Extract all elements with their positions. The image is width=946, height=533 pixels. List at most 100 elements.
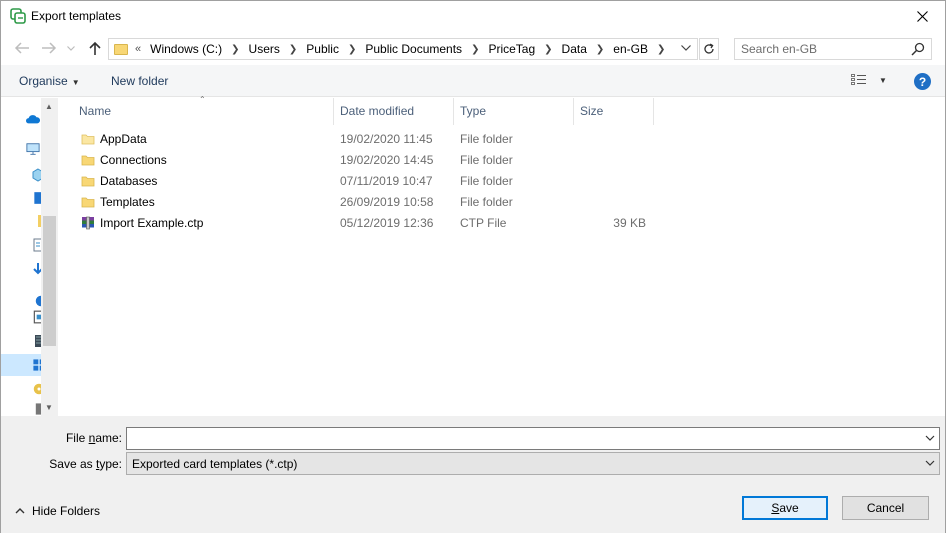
column-header-type[interactable]: Type — [454, 98, 574, 125]
title-bar: Export templates — [1, 1, 945, 32]
up-button[interactable] — [85, 38, 105, 58]
navigation-pane[interactable]: ▲ ▼ — [1, 98, 59, 416]
breadcrumb-overflow[interactable]: « — [135, 43, 141, 55]
address-row: « Windows (C:) ❯ Users ❯ Public ❯ Public… — [1, 32, 945, 64]
address-bar[interactable]: « Windows (C:) ❯ Users ❯ Public ❯ Public… — [108, 38, 698, 60]
file-row-appdata[interactable]: AppData 19/02/2020 11:45 File folder — [59, 129, 945, 150]
file-row-connections[interactable]: Connections 19/02/2020 14:45 File folder — [59, 150, 945, 171]
breadcrumb-windows-c[interactable]: Windows (C:) — [150, 42, 222, 56]
up-arrow-icon — [89, 41, 101, 55]
file-type: File folder — [460, 153, 513, 167]
organise-label: Organise — [19, 74, 68, 88]
file-list[interactable]: ⌃ Name Date modified Type Size AppData 1… — [59, 95, 945, 416]
file-size: 39 KB — [613, 216, 646, 230]
chevron-down-icon[interactable] — [925, 458, 935, 468]
file-date: 05/12/2019 12:36 — [340, 216, 434, 230]
chevron-right-icon[interactable]: ❯ — [289, 44, 297, 55]
caret-down-icon: ▼ — [71, 78, 80, 87]
folder-icon — [81, 197, 95, 208]
file-name: Connections — [100, 153, 167, 167]
close-button[interactable] — [899, 1, 945, 31]
file-type: CTP File — [460, 216, 507, 230]
file-name: Import Example.ctp — [100, 216, 204, 230]
chevron-right-icon[interactable]: ❯ — [348, 44, 356, 55]
column-header-date-label: Date modified — [340, 104, 415, 118]
file-row-templates[interactable]: Templates 26/09/2019 10:58 File folder — [59, 192, 945, 213]
chevron-right-icon[interactable]: ❯ — [544, 44, 552, 55]
file-date: 26/09/2019 10:58 — [340, 195, 434, 209]
save-as-type-label: Save as type: — [21, 457, 122, 471]
cancel-button[interactable]: Cancel — [842, 496, 929, 520]
file-date: 19/02/2020 14:45 — [340, 153, 434, 167]
forward-arrow-icon — [42, 42, 57, 54]
chevron-up-icon — [15, 508, 25, 514]
command-toolbar: Organise ▼ New folder ▼ ? — [1, 65, 945, 97]
hide-folders-button[interactable]: Hide Folders — [15, 504, 100, 518]
file-row-import-example[interactable]: Import Example.ctp 05/12/2019 12:36 CTP … — [59, 213, 945, 234]
file-name-label: File name: — [41, 431, 122, 445]
chevron-down-icon[interactable] — [925, 433, 935, 443]
breadcrumb-data[interactable]: Data — [562, 42, 587, 56]
breadcrumb-users[interactable]: Users — [249, 42, 280, 56]
file-name-input[interactable] — [127, 428, 917, 449]
column-header-date[interactable]: Date modified — [334, 98, 454, 125]
file-name: AppData — [100, 132, 147, 146]
back-button[interactable] — [12, 38, 32, 58]
chevron-down-icon — [67, 45, 75, 51]
help-button[interactable]: ? — [914, 73, 931, 90]
save-accesskey: S — [771, 501, 780, 515]
search-input[interactable] — [735, 39, 905, 59]
details-view-icon — [851, 74, 866, 85]
file-name: Templates — [100, 195, 155, 209]
chevron-right-icon[interactable]: ❯ — [471, 44, 479, 55]
breadcrumb-public-documents[interactable]: Public Documents — [365, 42, 462, 56]
scroll-down-icon[interactable]: ▼ — [45, 403, 53, 412]
file-name: Databases — [100, 174, 158, 188]
file-name-label-part: ame: — [95, 431, 122, 445]
hide-folders-label: Hide Folders — [32, 504, 101, 518]
address-dropdown-icon[interactable] — [681, 43, 691, 54]
sort-ascending-icon: ⌃ — [199, 95, 206, 104]
chevron-right-icon[interactable]: ❯ — [657, 44, 665, 55]
chevron-right-icon[interactable]: ❯ — [231, 44, 239, 55]
breadcrumb-public[interactable]: Public — [306, 42, 339, 56]
forward-button[interactable] — [39, 38, 59, 58]
file-type: File folder — [460, 132, 513, 146]
nav-scrollbar-thumb[interactable] — [43, 216, 56, 346]
file-name-label-part: File — [65, 431, 89, 445]
file-date: 07/11/2019 10:47 — [340, 174, 433, 188]
save-as-type-select[interactable]: Exported card templates (*.ctp) — [126, 452, 940, 475]
save-options-panel: File name: Save as type: Exported card t… — [1, 416, 945, 533]
save-type-label-part: ype: — [99, 457, 122, 471]
close-icon — [916, 10, 928, 22]
folder-icon — [81, 155, 95, 166]
refresh-icon — [704, 43, 714, 54]
refresh-button[interactable] — [699, 38, 719, 60]
organise-button[interactable]: Organise ▼ — [19, 74, 80, 88]
search-icon[interactable] — [911, 42, 925, 56]
recent-locations-button[interactable] — [64, 38, 78, 58]
column-header-size[interactable]: Size — [574, 98, 654, 125]
onedrive-icon[interactable] — [26, 112, 40, 126]
scroll-up-icon[interactable]: ▲ — [45, 102, 53, 111]
change-view-button[interactable]: ▼ — [851, 74, 887, 86]
breadcrumb-pricetag[interactable]: PriceTag — [488, 42, 535, 56]
column-header-name[interactable]: ⌃ Name — [59, 95, 334, 125]
search-box[interactable] — [734, 38, 932, 60]
back-arrow-icon — [14, 42, 29, 54]
file-name-field[interactable] — [126, 427, 940, 450]
app-logo-icon — [10, 8, 26, 24]
this-pc-icon[interactable] — [26, 142, 40, 156]
file-row-databases[interactable]: Databases 07/11/2019 10:47 File folder — [59, 171, 945, 192]
nav-scrollbar[interactable]: ▲ ▼ — [41, 98, 58, 416]
breadcrumb-en-gb[interactable]: en-GB — [613, 42, 648, 56]
chevron-right-icon[interactable]: ❯ — [596, 44, 604, 55]
folder-icon — [81, 134, 95, 145]
new-folder-button[interactable]: New folder — [111, 74, 168, 88]
caret-down-icon: ▼ — [879, 75, 887, 85]
archive-file-icon — [82, 216, 94, 230]
column-header-size-label: Size — [580, 104, 604, 118]
save-button[interactable]: Save — [742, 496, 828, 520]
export-templates-dialog: Export templates « Windows (C:) ❯ Users … — [0, 0, 946, 533]
folder-icon — [81, 176, 95, 187]
